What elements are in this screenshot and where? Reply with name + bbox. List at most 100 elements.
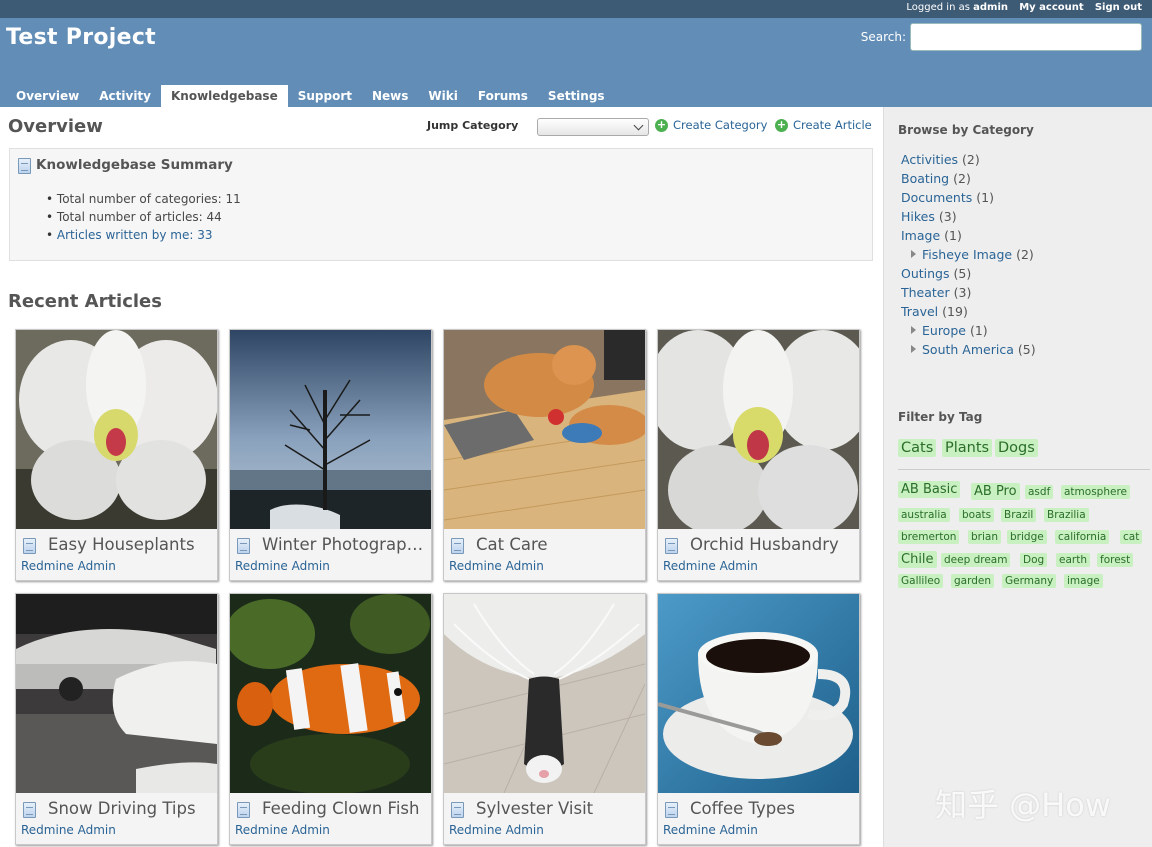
tab-wiki[interactable]: Wiki bbox=[418, 85, 467, 107]
tab-overview[interactable]: Overview bbox=[6, 85, 89, 107]
create-category-button[interactable]: + Create Category bbox=[655, 118, 767, 132]
expand-triangle-icon[interactable] bbox=[911, 250, 916, 258]
article-card[interactable]: Orchid Husbandry Redmine Admin bbox=[657, 329, 860, 581]
tag-link[interactable]: asdf bbox=[1025, 485, 1054, 499]
document-icon bbox=[237, 538, 250, 554]
tab-news[interactable]: News bbox=[362, 85, 418, 107]
tag-link[interactable]: brian bbox=[968, 530, 1001, 544]
category-link[interactable]: Documents bbox=[901, 190, 972, 205]
article-author[interactable]: Redmine Admin bbox=[21, 559, 116, 573]
category-link[interactable]: Theater bbox=[901, 285, 950, 300]
category-item[interactable]: South America (5) bbox=[911, 342, 1036, 357]
article-card[interactable]: Winter Photography Redmine Admin bbox=[229, 329, 432, 581]
article-author[interactable]: Redmine Admin bbox=[235, 559, 330, 573]
category-link[interactable]: Europe bbox=[922, 323, 966, 338]
article-author[interactable]: Redmine Admin bbox=[663, 559, 758, 573]
article-thumbnail[interactable] bbox=[230, 330, 431, 529]
tag-link[interactable]: AB Pro bbox=[971, 483, 1020, 500]
article-thumbnail[interactable] bbox=[16, 330, 217, 529]
create-article-button[interactable]: + Create Article bbox=[775, 118, 872, 132]
tag-link[interactable]: Dog bbox=[1020, 553, 1048, 567]
category-item[interactable]: Activities (2) bbox=[901, 152, 980, 167]
tag-link[interactable]: Dogs bbox=[995, 439, 1038, 457]
category-link[interactable]: South America bbox=[922, 342, 1014, 357]
tag-link[interactable]: california bbox=[1055, 530, 1110, 544]
category-item[interactable]: Hikes (3) bbox=[901, 209, 957, 224]
category-link[interactable]: Image bbox=[901, 228, 940, 243]
category-item[interactable]: Boating (2) bbox=[901, 171, 971, 186]
article-thumbnail[interactable] bbox=[230, 594, 431, 793]
tag-link[interactable]: Plants bbox=[942, 439, 993, 457]
article-author[interactable]: Redmine Admin bbox=[663, 823, 758, 837]
my-account-link[interactable]: My account bbox=[1019, 2, 1083, 13]
tag-link[interactable]: atmosphere bbox=[1061, 485, 1130, 499]
article-card[interactable]: Snow Driving Tips Redmine Admin bbox=[15, 593, 218, 845]
tag-link[interactable]: cat bbox=[1120, 530, 1143, 544]
article-thumbnail[interactable] bbox=[444, 594, 645, 793]
tag-link[interactable]: bridge bbox=[1007, 530, 1047, 544]
article-title[interactable]: Coffee Types bbox=[690, 799, 854, 818]
tag-link[interactable]: earth bbox=[1056, 553, 1090, 567]
category-link[interactable]: Fisheye Image bbox=[922, 247, 1012, 262]
article-author[interactable]: Redmine Admin bbox=[235, 823, 330, 837]
article-title[interactable]: Snow Driving Tips bbox=[48, 799, 212, 818]
tag-link[interactable]: bremerton bbox=[898, 530, 960, 544]
article-card[interactable]: Coffee Types Redmine Admin bbox=[657, 593, 860, 845]
article-card[interactable]: Sylvester Visit Redmine Admin bbox=[443, 593, 646, 845]
tag-link[interactable]: AB Basic bbox=[898, 481, 961, 498]
tag-link[interactable]: deep dream bbox=[941, 553, 1011, 567]
category-link[interactable]: Hikes bbox=[901, 209, 935, 224]
expand-triangle-icon[interactable] bbox=[911, 345, 916, 353]
category-item[interactable]: Image (1) bbox=[901, 228, 962, 243]
tag-link[interactable]: image bbox=[1064, 574, 1103, 588]
tab-knowledgebase[interactable]: Knowledgebase bbox=[161, 85, 288, 107]
category-item[interactable]: Fisheye Image (2) bbox=[911, 247, 1034, 262]
tag-link[interactable]: australia bbox=[898, 508, 950, 522]
article-thumbnail[interactable] bbox=[658, 594, 859, 793]
article-title[interactable]: Orchid Husbandry bbox=[690, 535, 854, 554]
category-link[interactable]: Outings bbox=[901, 266, 950, 281]
category-item[interactable]: Theater (3) bbox=[901, 285, 971, 300]
category-link[interactable]: Travel bbox=[901, 304, 938, 319]
article-card[interactable]: Cat Care Redmine Admin bbox=[443, 329, 646, 581]
article-title[interactable]: Cat Care bbox=[476, 535, 640, 554]
article-card[interactable]: Feeding Clown Fish Redmine Admin bbox=[229, 593, 432, 845]
tag-link[interactable]: forest bbox=[1097, 553, 1134, 567]
category-item[interactable]: Europe (1) bbox=[911, 323, 988, 338]
tab-support[interactable]: Support bbox=[288, 85, 362, 107]
article-author[interactable]: Redmine Admin bbox=[449, 823, 544, 837]
search-input[interactable] bbox=[910, 23, 1142, 51]
create-category-link[interactable]: Create Category bbox=[673, 118, 767, 132]
tag-link[interactable]: Germany bbox=[1002, 574, 1057, 588]
tag-link[interactable]: garden bbox=[951, 574, 995, 588]
article-thumbnail[interactable] bbox=[658, 330, 859, 529]
article-title[interactable]: Winter Photography bbox=[262, 535, 426, 554]
tab-settings[interactable]: Settings bbox=[538, 85, 615, 107]
category-item[interactable]: Documents (1) bbox=[901, 190, 994, 205]
tag-link[interactable]: Cats bbox=[898, 439, 937, 457]
create-article-link[interactable]: Create Article bbox=[793, 118, 872, 132]
article-title[interactable]: Feeding Clown Fish bbox=[262, 799, 426, 818]
article-thumbnail[interactable] bbox=[444, 330, 645, 529]
article-title[interactable]: Easy Houseplants bbox=[48, 535, 212, 554]
tag-link[interactable]: Brazilia bbox=[1044, 508, 1089, 522]
tab-activity[interactable]: Activity bbox=[89, 85, 161, 107]
article-author[interactable]: Redmine Admin bbox=[21, 823, 116, 837]
article-title[interactable]: Sylvester Visit bbox=[476, 799, 640, 818]
tag-link[interactable]: boats bbox=[959, 508, 995, 522]
tag-link[interactable]: Brazil bbox=[1001, 508, 1037, 522]
tab-forums[interactable]: Forums bbox=[468, 85, 538, 107]
category-item[interactable]: Travel (19) bbox=[901, 304, 968, 319]
article-author[interactable]: Redmine Admin bbox=[449, 559, 544, 573]
category-link[interactable]: Boating bbox=[901, 171, 949, 186]
article-thumbnail[interactable] bbox=[16, 594, 217, 793]
sign-out-link[interactable]: Sign out bbox=[1095, 2, 1142, 13]
tag-link[interactable]: Chile bbox=[898, 551, 937, 568]
articles-by-me-link[interactable]: Articles written by me: 33 bbox=[57, 228, 213, 242]
category-item[interactable]: Outings (5) bbox=[901, 266, 971, 281]
expand-triangle-icon[interactable] bbox=[911, 326, 916, 334]
tag-link[interactable]: Gallileo bbox=[898, 574, 944, 588]
category-link[interactable]: Activities bbox=[901, 152, 958, 167]
article-card[interactable]: Easy Houseplants Redmine Admin bbox=[15, 329, 218, 581]
jump-category-select[interactable] bbox=[537, 118, 649, 136]
